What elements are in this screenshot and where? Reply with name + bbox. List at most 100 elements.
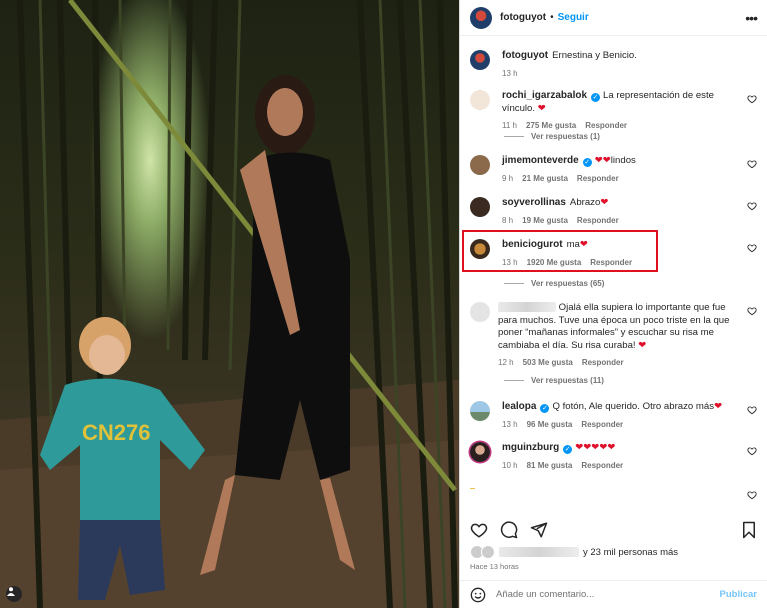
- commenter-avatar[interactable]: [470, 90, 490, 110]
- comment-username[interactable]: mguinzburg: [502, 442, 559, 453]
- caption-time: 13 h: [502, 68, 518, 78]
- comment-likes[interactable]: 21 Me gusta: [522, 174, 568, 183]
- heart-emoji: ❤❤: [594, 155, 611, 166]
- caption: fotoguyot Ernestina y Benicio. 13 h: [470, 50, 757, 78]
- commenter-avatar[interactable]: [470, 302, 490, 322]
- like-comment-icon[interactable]: [747, 94, 757, 104]
- heart-emoji: ❤: [537, 102, 546, 114]
- comment-username[interactable]: jimemonteverde: [502, 155, 579, 166]
- comment-time: 11 h: [502, 121, 517, 130]
- comment-text: Q fotón, Ale querido. Otro abrazo más: [552, 401, 715, 412]
- separator-dot: •: [550, 12, 554, 23]
- heart-emoji: ❤: [714, 401, 723, 412]
- comments-list[interactable]: fotoguyot Ernestina y Benicio. 13 h rochi…: [460, 37, 767, 515]
- like-comment-icon[interactable]: [747, 243, 757, 253]
- photo-illustration: CN276: [0, 0, 459, 608]
- post-actions: [470, 518, 757, 542]
- more-icon[interactable]: •••: [745, 10, 758, 26]
- comment-time: 13 h: [502, 257, 518, 267]
- save-icon[interactable]: [741, 521, 757, 539]
- comment-likes[interactable]: 275 Me gusta: [526, 121, 576, 130]
- verified-icon: ✓: [591, 93, 601, 102]
- emoji-icon[interactable]: [470, 587, 486, 603]
- comment-likes[interactable]: 19 Me gusta: [522, 216, 568, 225]
- comment-item: jimemonteverde ✓ ❤❤lindos 9 h 21 Me gusta Re…: [470, 155, 757, 183]
- comment-time: 8 h: [502, 215, 514, 225]
- comment-likes[interactable]: 1920 Me gusta: [527, 258, 582, 267]
- comment-item: lealopa ✓ Q fotón, Ale querido. Otro abraz…: [470, 401, 757, 429]
- post-photo[interactable]: CN276: [0, 0, 459, 608]
- view-replies-label: Ver respuestas (11): [531, 376, 604, 385]
- comment-input[interactable]: [496, 589, 720, 600]
- reply-button[interactable]: Responder: [582, 358, 624, 367]
- add-comment-bar: Publicar: [460, 580, 767, 608]
- comment-username[interactable]: soyverollinas: [502, 197, 566, 208]
- follow-button[interactable]: Seguir: [558, 12, 589, 23]
- likers-avatars: [470, 545, 495, 559]
- user-tag-icon[interactable]: [6, 586, 22, 602]
- reply-button[interactable]: Responder: [590, 258, 632, 267]
- comment-item: rochi_igarzabalok ✓ La representación de e…: [470, 90, 757, 130]
- comment-time: 10 h: [502, 460, 518, 470]
- view-replies-label: Ver respuestas (65): [531, 279, 605, 288]
- comment-likes[interactable]: 503 Me gusta: [523, 358, 573, 367]
- like-comment-icon[interactable]: [747, 405, 757, 415]
- post-time: Hace 13 horas: [470, 562, 519, 571]
- commenter-avatar[interactable]: [470, 197, 490, 217]
- verified-icon: ✓: [540, 404, 550, 413]
- author-username[interactable]: fotoguyot: [500, 12, 546, 23]
- comment-text: lindos: [610, 155, 636, 166]
- heart-emoji: ❤: [638, 339, 647, 351]
- like-comment-icon[interactable]: [747, 446, 757, 456]
- reply-button[interactable]: Responder: [581, 420, 623, 429]
- caption-text: Ernestina y Benicio.: [552, 50, 637, 61]
- comment-likes[interactable]: 96 Me gusta: [527, 420, 573, 429]
- reply-button[interactable]: Responder: [581, 461, 623, 470]
- comment-time: 9 h: [502, 173, 514, 183]
- comment-item: Ojalá ella supiera lo importante que fue…: [470, 302, 757, 367]
- svg-text:CN276: CN276: [82, 420, 150, 445]
- comment-item-highlighted: beniciogurot ma❤ 13 h 1920 Me gusta Respond…: [470, 239, 757, 267]
- reply-button[interactable]: Responder: [577, 174, 619, 183]
- comment-likes[interactable]: 81 Me gusta: [527, 461, 573, 470]
- view-replies-button[interactable]: Ver respuestas (11): [504, 376, 604, 385]
- commenter-avatar[interactable]: [470, 442, 490, 462]
- comment-text: Abrazo: [569, 197, 601, 208]
- reply-button[interactable]: Responder: [577, 216, 619, 225]
- commenter-avatar[interactable]: [470, 155, 490, 175]
- comment-time: 12 h: [498, 358, 514, 367]
- share-icon[interactable]: [530, 521, 548, 539]
- like-comment-icon[interactable]: [747, 159, 757, 169]
- comment-username[interactable]: beniciogurot: [502, 239, 563, 250]
- caption-username[interactable]: fotoguyot: [502, 50, 548, 61]
- heart-emoji: ❤: [600, 197, 609, 208]
- post-header: fotoguyot • Seguir •••: [460, 0, 767, 36]
- view-replies-button[interactable]: Ver respuestas (1): [504, 132, 600, 141]
- heart-emoji: ❤: [579, 239, 588, 250]
- likes-count: y 23 mil personas más: [583, 546, 679, 558]
- author-avatar[interactable]: [470, 6, 492, 29]
- likes-summary[interactable]: y 23 mil personas más: [470, 545, 757, 559]
- verified-icon: ✓: [563, 445, 573, 454]
- comment-item: mguinzburg ✓ ❤❤❤❤❤ 10 h 81 Me gusta Responde…: [470, 442, 757, 470]
- view-replies-button[interactable]: Ver respuestas (65): [504, 279, 604, 288]
- like-comment-icon[interactable]: [747, 201, 757, 211]
- comment-item: soyverollinas Abrazo❤ 8 h 19 Me gusta Respo…: [470, 197, 757, 225]
- heart-emoji: ❤❤❤❤❤: [575, 442, 616, 453]
- commenter-avatar[interactable]: [470, 401, 490, 421]
- heart-icon[interactable]: [470, 521, 488, 539]
- commenter-avatar[interactable]: [470, 239, 490, 259]
- publish-button[interactable]: Publicar: [720, 589, 758, 600]
- post-sidebar: fotoguyot • Seguir ••• fotoguyot Ernestin…: [459, 0, 767, 608]
- comment-icon[interactable]: [500, 521, 518, 539]
- comment-username[interactable]: lealopa: [502, 401, 536, 412]
- like-comment-icon[interactable]: [747, 306, 757, 316]
- author-avatar[interactable]: [470, 50, 490, 70]
- view-replies-label: Ver respuestas (1): [531, 132, 600, 141]
- comment-time: 13 h: [502, 419, 518, 429]
- loading-indicator: [470, 488, 475, 489]
- reply-button[interactable]: Responder: [585, 121, 627, 130]
- comment-username[interactable]: rochi_igarzabalok: [502, 90, 587, 101]
- blurred-username: [498, 302, 556, 312]
- like-comment-icon[interactable]: [747, 490, 757, 500]
